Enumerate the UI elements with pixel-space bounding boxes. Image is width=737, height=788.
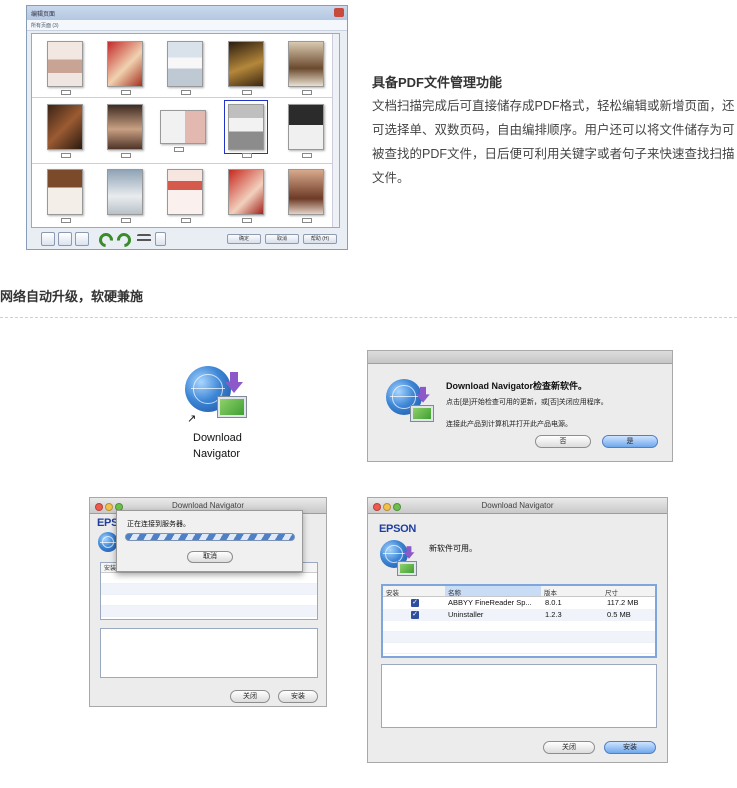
row-name: Uninstaller	[448, 610, 484, 619]
page-thumbnail[interactable]	[47, 169, 83, 223]
dialog-heading: Download Navigator检查新软件。	[446, 381, 588, 391]
install-checkbox[interactable]: ✓	[411, 599, 419, 607]
pdf-toolbar: 确定 取消 帮助 (H)	[31, 230, 341, 250]
app-label-line2: Navigator	[193, 448, 241, 460]
page-thumbnail-selected[interactable]	[224, 100, 268, 158]
rotate-right-icon[interactable]	[114, 230, 134, 250]
software-table[interactable]: 安装 名称 版本 尺寸 ✓ ABBYY FineReader Sp... 8.0…	[381, 584, 657, 658]
pdf-window-title: 编辑页面	[31, 12, 56, 18]
vertical-scrollbar[interactable]	[332, 34, 339, 227]
check-software-dialog: Download Navigator检查新软件。 点击[是]开始检查可用的更新，…	[367, 350, 673, 462]
zoom-icon[interactable]	[393, 503, 401, 511]
install-checkbox[interactable]: ✓	[411, 611, 419, 619]
odd-pages-icon[interactable]	[58, 232, 72, 246]
page-thumbnail[interactable]	[160, 110, 206, 152]
close-button[interactable]: 关闭	[543, 741, 595, 754]
ok-button[interactable]: 确定	[227, 234, 261, 244]
row-version: 1.2.3	[545, 610, 562, 619]
window-title: Download Navigator	[481, 501, 554, 510]
minimize-icon[interactable]	[105, 503, 113, 511]
install-button[interactable]: 安装	[278, 690, 318, 703]
page-thumbnail[interactable]	[228, 169, 264, 223]
laptop-icon	[397, 561, 417, 576]
connecting-window: Download Navigator EPSON 安装 关闭 安装 正在连接到服…	[89, 497, 327, 707]
page-thumbnail[interactable]	[167, 41, 203, 95]
page-thumbnail[interactable]	[107, 169, 143, 223]
rotate-left-icon[interactable]	[96, 230, 116, 250]
row-version: 8.0.1	[545, 598, 562, 607]
help-button[interactable]: 帮助 (H)	[303, 234, 337, 244]
row-size: 0.5 MB	[607, 610, 631, 619]
pdf-window-titlebar: 编辑页面	[27, 6, 347, 20]
download-arrow-icon	[403, 546, 415, 559]
download-arrow-icon	[416, 386, 430, 403]
no-button[interactable]: 否	[535, 435, 591, 448]
alias-arrow-icon: ↗	[187, 413, 197, 425]
close-icon[interactable]	[373, 503, 381, 511]
feature-description: 文档扫描完成后可直接储存成PDF格式，轻松编辑或新增页面，还可选择单、双数页码，…	[372, 99, 735, 185]
description-area	[100, 628, 318, 678]
page-thumbnail[interactable]	[288, 104, 324, 158]
row-name: ABBYY FineReader Sp...	[448, 598, 532, 607]
table-header: 安装 名称 版本 尺寸	[383, 586, 655, 597]
globe-icon	[98, 532, 118, 552]
epson-logo: EPSON	[379, 523, 417, 535]
cancel-button[interactable]: 取消	[265, 234, 299, 244]
window-titlebar: Download Navigator	[368, 498, 667, 514]
pdf-page-editor-window: 编辑页面 所有页面 (3) 确定 取消 帮助 (H)	[26, 5, 348, 250]
page-thumbnail[interactable]	[288, 169, 324, 223]
page-thumbnail[interactable]	[228, 41, 264, 95]
pdf-window-subtitle: 所有页面 (3)	[27, 20, 347, 31]
progress-text: 正在连接到服务器。	[127, 521, 190, 528]
column-size[interactable]: 尺寸	[605, 587, 618, 597]
available-window: Download Navigator EPSON 新软件可用。 安装 名称 版本…	[367, 497, 668, 763]
insert-page-icon[interactable]	[41, 232, 55, 246]
close-icon[interactable]	[334, 8, 344, 17]
page-thumbnail[interactable]	[167, 169, 203, 223]
cancel-button[interactable]: 取消	[187, 551, 233, 563]
divider	[0, 317, 737, 318]
page-thumbnail[interactable]	[107, 41, 143, 95]
close-button[interactable]: 关闭	[230, 690, 270, 703]
dialog-line2: 连接此产品到计算机并打开此产品电源。	[446, 421, 572, 428]
page-thumbnail-grid	[31, 33, 340, 228]
yes-button[interactable]: 是	[602, 435, 658, 448]
column-name[interactable]: 名称	[445, 586, 541, 597]
download-navigator-icon	[380, 540, 420, 580]
close-icon[interactable]	[95, 503, 103, 511]
table-row[interactable]: ✓ ABBYY FineReader Sp... 8.0.1 117.2 MB	[383, 597, 655, 609]
trash-icon[interactable]	[155, 232, 166, 246]
download-navigator-icon	[386, 379, 436, 429]
row-size: 117.2 MB	[607, 598, 639, 607]
description-area	[381, 664, 657, 728]
progress-sheet: 正在连接到服务器。 取消	[116, 510, 303, 572]
download-navigator-icon[interactable]: ↗	[185, 362, 255, 432]
reorder-icon[interactable]	[137, 234, 151, 244]
section-title: 网络自动升级，软硬兼施	[0, 289, 144, 304]
laptop-icon	[217, 396, 247, 418]
page-thumbnail[interactable]	[288, 41, 324, 95]
table-row[interactable]: ✓ Uninstaller 1.2.3 0.5 MB	[383, 609, 655, 621]
progress-bar	[125, 533, 295, 541]
download-arrow-icon	[225, 372, 243, 393]
status-message: 新软件可用。	[429, 544, 477, 553]
column-version[interactable]: 版本	[544, 587, 557, 597]
dialog-top-bar	[368, 351, 672, 364]
column-install[interactable]: 安装	[386, 587, 399, 597]
feature-title: 具备PDF文件管理功能	[372, 75, 503, 90]
window-title: Download Navigator	[171, 501, 245, 510]
even-pages-icon[interactable]	[75, 232, 89, 246]
page-thumbnail[interactable]	[47, 104, 83, 158]
laptop-icon	[410, 405, 434, 422]
install-button[interactable]: 安装	[604, 741, 656, 754]
page-thumbnail[interactable]	[47, 41, 83, 95]
app-label-line1: Download	[193, 432, 242, 444]
page-thumbnail[interactable]	[107, 104, 143, 158]
minimize-icon[interactable]	[383, 503, 391, 511]
dialog-line1: 点击[是]开始检查可用的更新，或[否]关闭应用程序。	[446, 399, 608, 406]
